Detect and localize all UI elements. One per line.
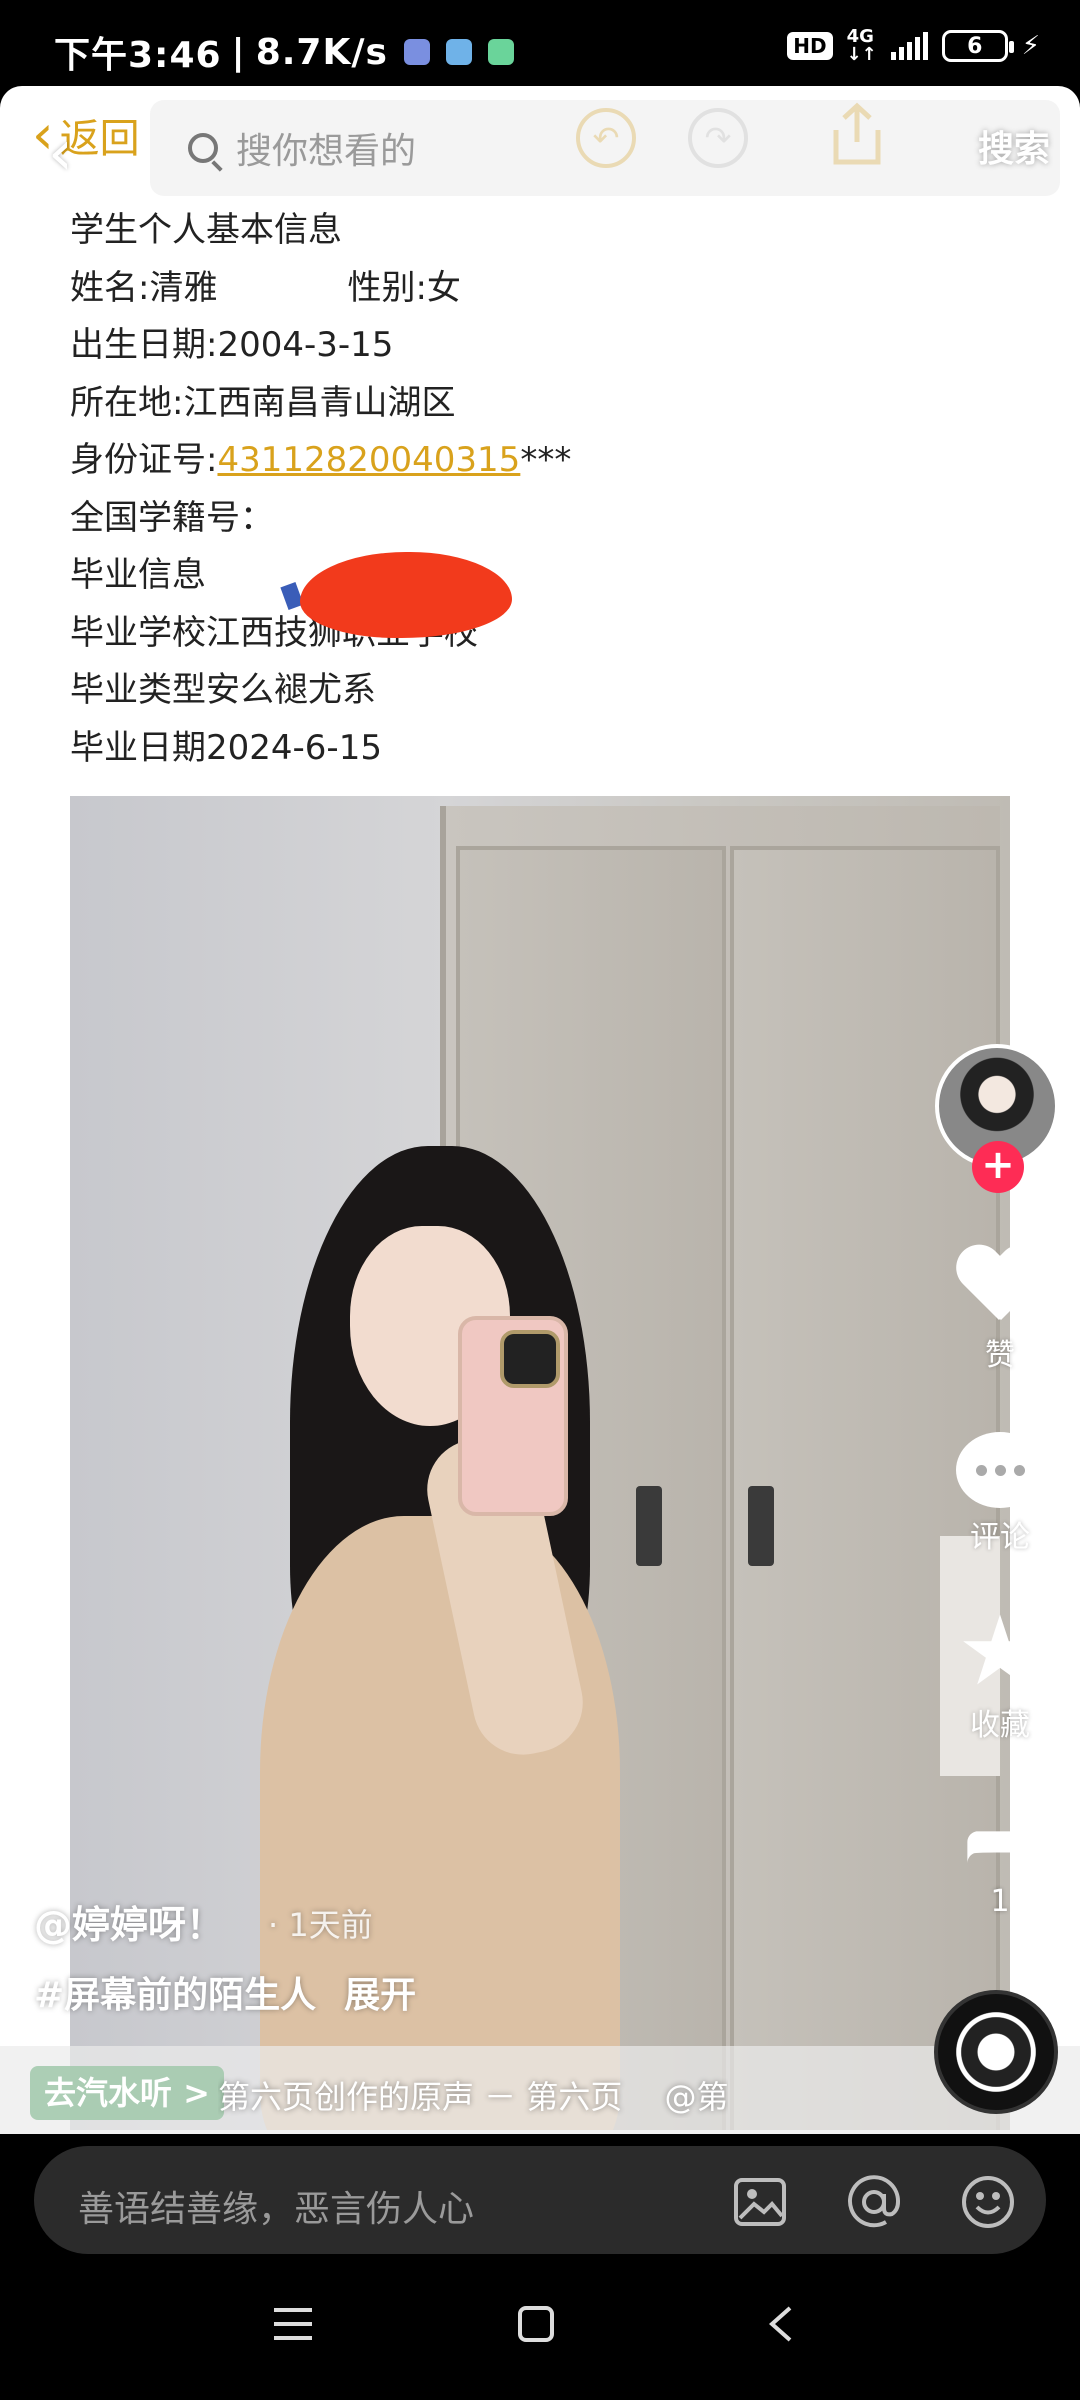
comment-bubble-icon <box>956 1432 1044 1508</box>
doc-title: 学生个人基本信息 <box>70 210 342 250</box>
battery-icon: 6 <box>941 30 1014 62</box>
comment-bar: 善语结善缘，恶言伤人心 <box>0 2134 1080 2254</box>
music-title[interactable]: 第六页创作的原声 － 第六页 @第 <box>218 2072 728 2118</box>
home-icon[interactable] <box>516 2304 556 2344</box>
video-caption: #屏幕前的陌生人 展开 <box>34 1966 416 2018</box>
doc-name-gender-row: 姓名:清雅 性别:女 <box>70 260 571 318</box>
status-left: 下午3:46 | 8.7K/s <box>54 26 514 78</box>
back-nav-icon[interactable] <box>766 2304 796 2344</box>
expand-button[interactable]: 展开 <box>344 1975 416 2016</box>
music-row: 去汽水听 > 第六页创作的原声 － 第六页 @第 <box>0 2046 1080 2134</box>
person-body <box>260 1516 620 2130</box>
share-arrow-icon: ➦ <box>962 1787 1038 1892</box>
door-handle <box>748 1486 774 1566</box>
maps-app-icon <box>445 39 472 65</box>
net-speed: 8.7K/s <box>255 31 388 73</box>
share-count: 1 <box>990 1884 1010 1919</box>
status-bar: 下午3:46 | 8.7K/s HD 4G ↓↑ 6 ⚡ <box>0 0 1080 86</box>
network-type: 4G ↓↑ <box>846 26 877 65</box>
menu-icon[interactable] <box>270 2304 316 2344</box>
share-button[interactable]: ➦ 1 <box>940 1787 1060 1920</box>
author-name[interactable]: @婷婷呀！ <box>34 1894 224 1949</box>
video-app-icon <box>403 39 430 65</box>
comment-placeholder: 善语结善缘，恶言伤人心 <box>78 2189 475 2230</box>
redaction-mark <box>300 552 512 638</box>
search-button[interactable]: 搜索 <box>978 120 1050 172</box>
like-label: 赞 <box>985 1338 1015 1373</box>
status-separator: | <box>231 31 246 73</box>
search-icon <box>188 133 218 163</box>
doc-grad-date: 毕业日期2024-6-15 <box>70 727 382 768</box>
comment-input[interactable]: 善语结善缘，恶言伤人心 <box>34 2146 1046 2254</box>
image-icon[interactable] <box>732 2174 788 2230</box>
doc-id-link[interactable]: 43112820040315 <box>217 440 520 480</box>
doc-grad-type: 毕业类型安么褪尤系 <box>70 670 376 710</box>
doc-name: 姓名:清雅 <box>70 267 218 308</box>
status-right: HD 4G ↓↑ 6 ⚡ <box>787 28 1040 64</box>
signal-icon <box>890 32 928 60</box>
hd-icon: HD <box>787 32 833 60</box>
door-handle <box>636 1486 662 1566</box>
search-placeholder: 搜你想看的 <box>236 131 417 172</box>
phone-in-hand <box>458 1316 568 1516</box>
doc-id-row: 身份证号:43112820040315*** <box>70 432 571 490</box>
mention-icon[interactable] <box>846 2174 902 2230</box>
video-screen: ‹ 返回 ↶ ↷ ‹ 搜你想看的 搜索 学生个人基本信息 姓名:清雅性别:女 出… <box>0 86 1080 2134</box>
doc-birth: 出生日期:2004-3-15 <box>70 325 394 365</box>
favorite-button[interactable]: ★ 收藏 <box>940 1595 1060 1744</box>
hashtag[interactable]: #屏幕前的陌生人 <box>34 1975 316 2016</box>
music-disc-icon[interactable] <box>934 1990 1058 2114</box>
comment-button[interactable]: 评论 <box>940 1432 1060 1556</box>
doc-gender: 性别:女 <box>347 267 461 308</box>
data-arrows-icon: ↓↑ <box>846 44 877 65</box>
like-button[interactable]: 赞 <box>940 1246 1060 1374</box>
battery-level: 6 <box>967 33 983 59</box>
follow-plus-icon[interactable]: + <box>972 1141 1024 1193</box>
camera-module <box>500 1330 560 1388</box>
system-nav-bar <box>0 2254 1080 2400</box>
messages-app-icon <box>487 39 514 65</box>
clock: 下午3:46 <box>54 35 222 76</box>
doc-id-label: 身份证号: <box>70 440 218 480</box>
listen-in-qishui-button[interactable]: 去汽水听 > <box>30 2066 224 2120</box>
doc-location: 所在地:江西南昌青山湖区 <box>70 382 456 423</box>
doc-id-mask: *** <box>520 440 572 480</box>
heart-icon <box>955 1246 1045 1326</box>
student-info-document: 学生个人基本信息 姓名:清雅 性别:女 出生日期:2004-3-15 所在地:江西… <box>70 202 571 777</box>
back-button[interactable]: ‹ <box>48 122 73 184</box>
charging-icon: ⚡ <box>1021 31 1040 61</box>
doc-student-no: 全国学籍号： <box>70 497 274 538</box>
post-time: · 1天前 <box>268 1906 373 1944</box>
emoji-icon[interactable] <box>960 2174 1016 2230</box>
search-bar[interactable]: 搜你想看的 搜索 <box>150 100 1060 196</box>
comment-label: 评论 <box>970 1520 1030 1555</box>
star-icon: ★ <box>956 1595 1044 1707</box>
